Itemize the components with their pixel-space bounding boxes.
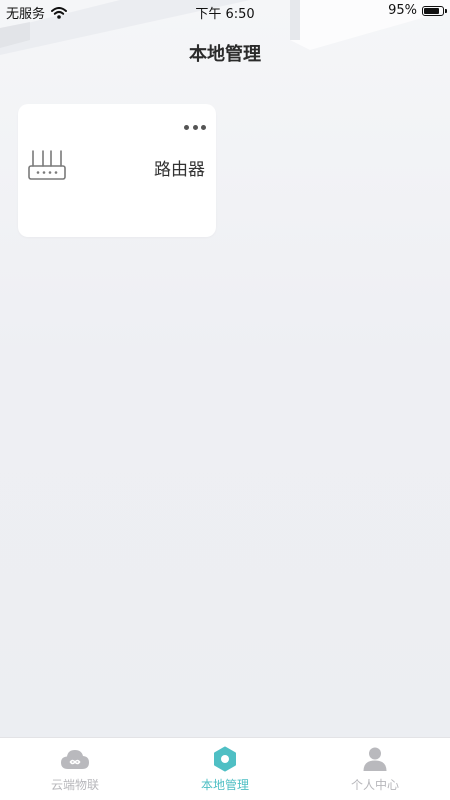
- tab-label: 个人中心: [350, 778, 399, 792]
- device-card-router[interactable]: 路由器: [18, 104, 216, 237]
- device-name: 路由器: [154, 160, 205, 180]
- status-time: 下午 6:50: [195, 7, 255, 22]
- status-right: 95%: [388, 3, 447, 18]
- battery-fill: [424, 7, 440, 14]
- status-bar: 无服务 下午 6:50 95%: [0, 0, 450, 22]
- battery-icon: [422, 5, 447, 16]
- more-options-icon[interactable]: [184, 124, 206, 130]
- tab-cloud-iot[interactable]: 云端物联: [0, 738, 150, 800]
- tab-label: 云端物联: [50, 778, 99, 792]
- tab-bar: 云端物联 本地管理 个人中心: [0, 737, 450, 800]
- tab-personal-center[interactable]: 个人中心: [300, 738, 450, 800]
- tab-local-management[interactable]: 本地管理: [150, 738, 300, 800]
- battery-percent: 95%: [388, 3, 417, 18]
- person-icon: [360, 746, 390, 772]
- page-title: 本地管理: [189, 44, 261, 65]
- hexagon-icon: [210, 746, 240, 772]
- router-icon: [28, 150, 66, 180]
- cloud-icon: [60, 746, 90, 772]
- tab-label: 本地管理: [200, 778, 249, 792]
